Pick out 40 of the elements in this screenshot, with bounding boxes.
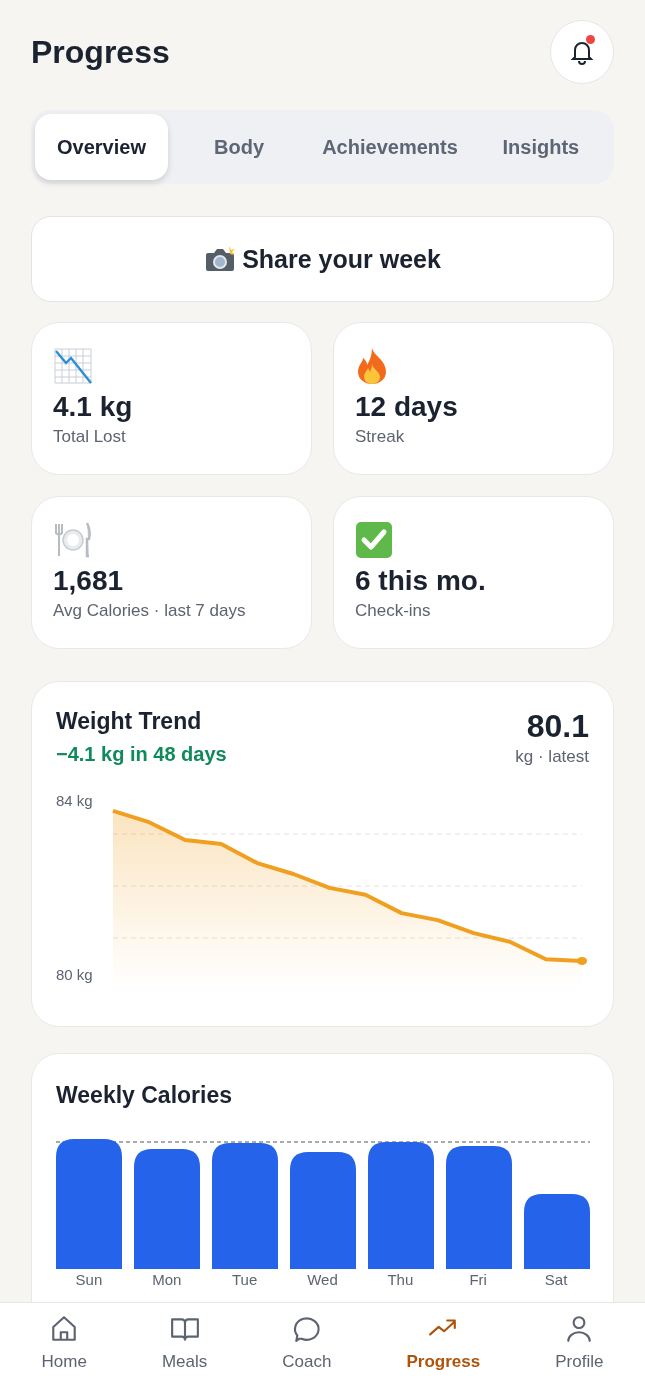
day-label: Thu: [386, 1271, 415, 1288]
stat-value: 4.1 kg: [53, 391, 133, 423]
card-title: Weekly Calories: [56, 1082, 233, 1109]
stat-label: Streak: [355, 427, 405, 447]
stat-value: 12 days: [355, 391, 458, 423]
day-label: Sun: [74, 1271, 104, 1288]
latest-point-marker: [577, 956, 587, 965]
tab[interactable]: Achievements: [310, 114, 470, 180]
weight-change: −4.1 kg in 48 days: [56, 743, 227, 766]
plate-icon: [53, 521, 93, 559]
nav-item[interactable]: Coach: [276, 1303, 338, 1398]
page-title: Progress: [31, 33, 170, 71]
check-mark-icon: [355, 521, 393, 559]
stat-label: Avg Calories · last 7 days: [53, 601, 246, 621]
nav-item[interactable]: Meals: [155, 1303, 214, 1398]
day-label: Fri: [468, 1271, 488, 1288]
latest-weight: 80.1: [525, 708, 589, 745]
stat-label: Total Lost: [53, 427, 126, 447]
tab[interactable]: Insights: [471, 114, 610, 180]
camera-icon: [204, 245, 237, 273]
nav-item[interactable]: Home: [35, 1303, 93, 1398]
stat-value: 1,681: [53, 565, 124, 597]
day-label: Wed: [306, 1271, 339, 1288]
flame-icon: [355, 347, 389, 385]
card-title: Weight Trend: [56, 708, 203, 735]
stat-label: Check-ins: [355, 601, 431, 621]
day-label: Tue: [231, 1271, 259, 1288]
axis-label: 80 kg: [56, 965, 93, 983]
bell-icon: [570, 39, 594, 65]
stat-value: 6 this mo.: [355, 565, 486, 597]
chart-down-icon: [53, 347, 93, 385]
share-week-button[interactable]: Share your week: [31, 216, 614, 302]
axis-label: 84 kg: [56, 791, 93, 809]
weight-unit: kg · latest: [515, 747, 589, 767]
day-label: Mon: [151, 1271, 183, 1288]
tab[interactable]: Overview: [35, 114, 168, 180]
nav-item[interactable]: Progress: [400, 1303, 487, 1398]
tab[interactable]: Body: [169, 114, 309, 180]
nav-item[interactable]: Profile: [549, 1303, 610, 1398]
day-label: Sat: [543, 1271, 569, 1288]
